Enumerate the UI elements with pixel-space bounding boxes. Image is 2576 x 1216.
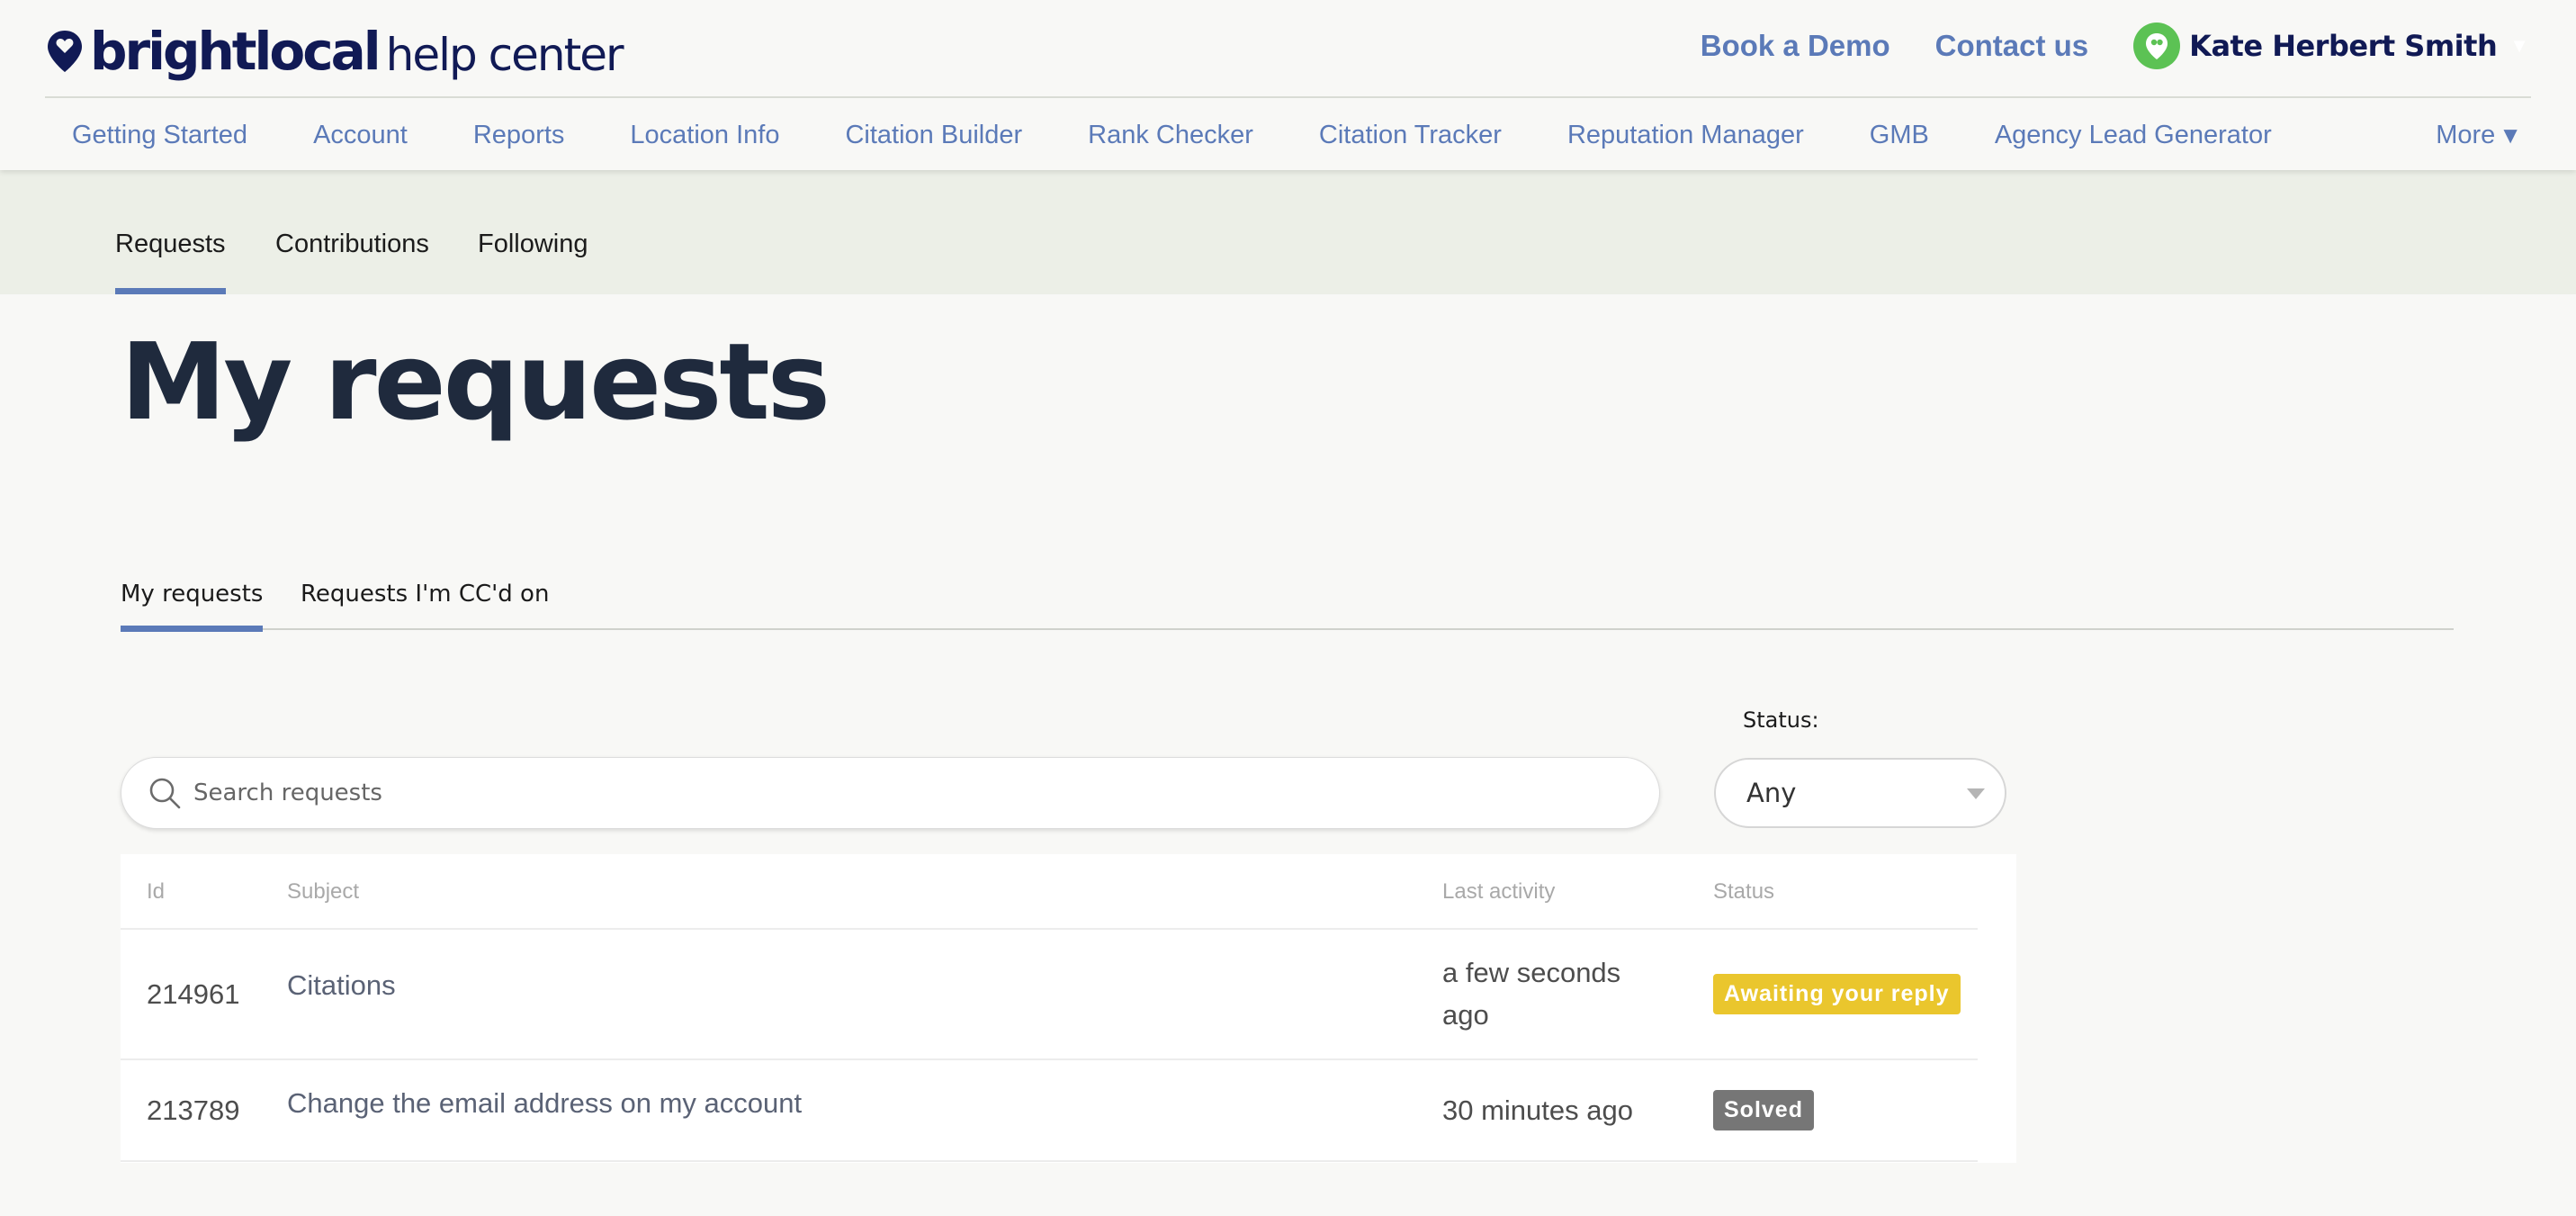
nav-item-account[interactable]: Account	[313, 121, 408, 150]
column-header-status[interactable]: Status	[1713, 854, 1774, 930]
request-subject-link[interactable]: Change the email address on my account	[287, 1087, 802, 1120]
search-icon	[149, 778, 181, 809]
nav-item-gmb[interactable]: GMB	[1870, 121, 1929, 150]
status-badge: Awaiting your reply	[1713, 974, 1961, 1014]
community-subnav: Requests Contributions Following	[0, 170, 2576, 294]
request-id: 214961	[147, 977, 240, 1010]
site-header: brightlocal help center Book a Demo Cont…	[0, 0, 2576, 170]
subnav-tab-contributions[interactable]: Contributions	[275, 170, 429, 294]
header-divider	[45, 96, 2531, 98]
request-id: 213789	[147, 1094, 240, 1126]
nav-item-rank-checker[interactable]: Rank Checker	[1088, 121, 1253, 150]
table-header: Id Subject Last activity Status	[121, 854, 1978, 930]
tab-my-requests[interactable]: My requests	[121, 558, 264, 632]
request-subject-cell: Change the email address on my account	[287, 1060, 802, 1160]
logo-subtitle: help center	[385, 29, 624, 81]
search-box	[121, 757, 1660, 829]
user-name: Kate Herbert Smith	[2189, 29, 2498, 63]
nav-more-label: More	[2436, 120, 2496, 149]
nav-item-location-info[interactable]: Location Info	[630, 121, 779, 150]
column-header-last-activity[interactable]: Last activity	[1442, 854, 1667, 930]
request-last-activity: 30 minutes ago	[1442, 1094, 1633, 1126]
nav-item-reports[interactable]: Reports	[473, 121, 565, 150]
caret-down-icon: ▼	[2499, 121, 2522, 149]
request-subject-link[interactable]: Citations	[287, 969, 396, 1002]
subnav-tab-following[interactable]: Following	[478, 170, 588, 294]
requests-table: Id Subject Last activity Status 214961 C…	[121, 854, 2016, 1163]
avatar	[2133, 23, 2181, 69]
search-input[interactable]	[193, 779, 1543, 806]
nav-more-menu[interactable]: More ▼	[2436, 121, 2522, 150]
nav-item-getting-started[interactable]: Getting Started	[72, 121, 247, 150]
request-last-activity: a few seconds ago	[1442, 957, 1621, 1031]
request-status-cell: Solved	[1713, 1060, 1814, 1160]
page-title: My requests	[121, 320, 830, 444]
header-actions: Book a Demo Contact us Kate Herbert Smit…	[1701, 16, 2529, 76]
logo-wordmark: brightlocal	[90, 21, 381, 82]
request-subject-cell: Citations	[287, 930, 396, 1058]
table-row: 213789 Change the email address on my ac…	[121, 1060, 1978, 1162]
book-demo-link[interactable]: Book a Demo	[1701, 29, 1890, 63]
column-header-id[interactable]: Id	[147, 854, 165, 930]
brightlocal-logo[interactable]: brightlocal help center	[45, 20, 624, 83]
tab-cc-requests[interactable]: Requests I'm CC'd on	[301, 558, 549, 630]
subnav-tab-requests[interactable]: Requests	[115, 170, 226, 294]
request-status-cell: Awaiting your reply	[1713, 930, 1961, 1058]
location-pin-icon	[2146, 33, 2168, 59]
status-filter-label: Status:	[1743, 707, 1819, 733]
map-pin-heart-icon	[48, 31, 82, 72]
table-row: 214961 Citations a few seconds ago Await…	[121, 930, 1978, 1060]
contact-us-link[interactable]: Contact us	[1935, 29, 2089, 63]
nav-item-citation-builder[interactable]: Citation Builder	[845, 121, 1022, 150]
status-select-value: Any	[1746, 778, 1797, 808]
chevron-down-icon: ▼	[2509, 34, 2529, 57]
nav-item-reputation-manager[interactable]: Reputation Manager	[1567, 121, 1804, 150]
user-menu[interactable]: Kate Herbert Smith ▼	[2133, 23, 2529, 69]
nav-item-citation-tracker[interactable]: Citation Tracker	[1319, 121, 1502, 150]
column-header-subject[interactable]: Subject	[287, 854, 359, 930]
main-nav: Getting Started Account Reports Location…	[72, 99, 2522, 171]
nav-item-agency-lead-generator[interactable]: Agency Lead Generator	[1995, 121, 2272, 150]
status-badge: Solved	[1713, 1090, 1814, 1130]
status-select[interactable]: Any	[1714, 758, 2006, 828]
chevron-down-icon	[1967, 788, 1985, 799]
